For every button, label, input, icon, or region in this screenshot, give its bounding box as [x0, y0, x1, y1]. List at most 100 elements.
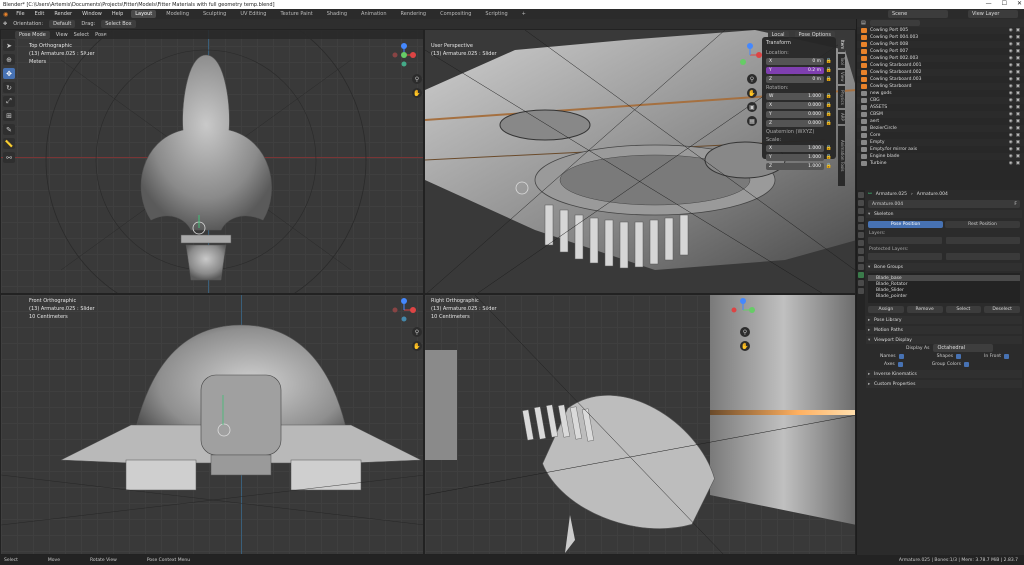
menu-file[interactable]: File: [14, 11, 26, 17]
protected-layer-grid[interactable]: [868, 253, 942, 260]
outliner-row[interactable]: Turbine ◉ ▣: [857, 160, 1024, 167]
outliner-row[interactable]: Core ◉ ▣: [857, 132, 1024, 139]
camera-icon[interactable]: ▣: [1016, 35, 1020, 40]
outliner-row[interactable]: Cowling Starboard.001 ◉ ▣: [857, 62, 1024, 69]
eye-icon[interactable]: ◉: [1009, 105, 1013, 110]
view-layer-selector[interactable]: View Layer: [968, 10, 1018, 18]
eye-icon[interactable]: ◉: [1009, 112, 1013, 117]
deselect-button[interactable]: Deselect: [984, 306, 1020, 313]
annotate-tool-icon[interactable]: ✎: [3, 124, 15, 135]
sidebar-tab-arp[interactable]: ARP: [838, 110, 845, 124]
outliner-row[interactable]: ASSETS ◉ ▣: [857, 104, 1024, 111]
camera-icon[interactable]: ▣: [1016, 98, 1020, 103]
camera-icon[interactable]: ▣: [1016, 91, 1020, 96]
remove-button[interactable]: Remove: [906, 306, 943, 313]
eye-icon[interactable]: ◉: [1009, 63, 1013, 68]
top-view-model[interactable]: [1, 30, 424, 294]
camera-icon[interactable]: ▣: [1016, 119, 1020, 124]
lock-icon[interactable]: 🔒: [824, 102, 832, 108]
measure-tool-icon[interactable]: 📏: [3, 138, 15, 149]
navigation-gizmo[interactable]: [391, 42, 417, 68]
rotate-tool-icon[interactable]: ↻: [3, 82, 15, 93]
lock-icon[interactable]: 🔒: [824, 163, 832, 169]
pan-hand-icon[interactable]: ✋: [740, 341, 750, 351]
breadcrumb-object[interactable]: Armature.025: [876, 192, 907, 197]
camera-icon[interactable]: ▣: [1016, 70, 1020, 75]
layer-grid[interactable]: [946, 237, 1020, 244]
workspace-tab-uv-editing[interactable]: UV Editing: [236, 10, 270, 18]
maximize-button[interactable]: ☐: [1002, 0, 1007, 7]
lock-icon[interactable]: 🔒: [824, 67, 832, 73]
zoom-icon[interactable]: ⚲: [412, 74, 422, 84]
blender-logo-icon[interactable]: ◉: [3, 11, 8, 18]
view-layer-tab-icon[interactable]: [858, 216, 864, 222]
camera-icon[interactable]: ▣: [1016, 77, 1020, 82]
scene-selector[interactable]: Scene: [888, 10, 948, 18]
pan-hand-icon[interactable]: ✋: [412, 341, 422, 351]
viewport-top-orthographic[interactable]: Pose Mode View Select Pose Top Orthograp…: [0, 29, 424, 294]
sidebar-tab-animation-tools[interactable]: Animation Tools: [838, 126, 845, 186]
menu-render[interactable]: Render: [52, 11, 74, 17]
viewport-display-section[interactable]: ▾ Viewport Display: [866, 336, 1022, 344]
camera-icon[interactable]: ▣: [747, 102, 757, 112]
camera-icon[interactable]: ▣: [1016, 112, 1020, 117]
close-button[interactable]: ✕: [1017, 0, 1022, 7]
camera-icon[interactable]: ▣: [1016, 133, 1020, 138]
add-workspace-button[interactable]: +: [518, 10, 530, 18]
sidebar-tab-physics[interactable]: Physics: [838, 86, 845, 108]
outliner-row[interactable]: Cowling Starboard ◉ ▣: [857, 83, 1024, 90]
rotation-y-field[interactable]: Y 0.000: [766, 110, 824, 118]
zoom-icon[interactable]: ⚲: [412, 327, 422, 337]
workspace-tab-modeling[interactable]: Modeling: [162, 10, 193, 18]
minimize-button[interactable]: —: [986, 0, 992, 7]
scale-tool-icon[interactable]: ⤢: [3, 96, 15, 107]
drag-dropdown[interactable]: Select Box: [101, 20, 136, 28]
outliner-row[interactable]: Cowling Starboard.002 ◉ ▣: [857, 69, 1024, 76]
lock-icon[interactable]: 🔒: [824, 93, 832, 99]
pose-library-section[interactable]: ▸ Pose Library: [866, 316, 1022, 324]
armature-data-tab-icon[interactable]: [858, 272, 864, 278]
outliner-row[interactable]: Cowling Port 002.003 ◉ ▣: [857, 55, 1024, 62]
outliner-row[interactable]: aert ◉ ▣: [857, 118, 1024, 125]
sidebar-tab-item[interactable]: Item: [838, 38, 845, 52]
camera-icon[interactable]: ▣: [1016, 56, 1020, 61]
navigation-gizmo[interactable]: [391, 297, 417, 323]
rotation-z-field[interactable]: Z 0.000: [766, 119, 824, 127]
menu-edit[interactable]: Edit: [33, 11, 47, 17]
outliner-row[interactable]: Cowling Starboard.003 ◉ ▣: [857, 76, 1024, 83]
camera-icon[interactable]: ▣: [1016, 140, 1020, 145]
navigation-gizmo[interactable]: [737, 42, 763, 68]
fake-user-button[interactable]: F: [1014, 202, 1017, 207]
menu-window[interactable]: Window: [80, 11, 104, 17]
outliner-filter-icon[interactable]: ▤: [861, 20, 866, 26]
workspace-tab-rendering[interactable]: Rendering: [397, 10, 431, 18]
rest-position-button[interactable]: Rest Position: [945, 221, 1020, 228]
eye-icon[interactable]: ◉: [1009, 49, 1013, 54]
outliner-row[interactable]: new gods ◉ ▣: [857, 90, 1024, 97]
eye-icon[interactable]: ◉: [1009, 42, 1013, 47]
navigation-gizmo[interactable]: [730, 297, 756, 323]
viewport-front-orthographic[interactable]: Front Orthographic (13) Armature.025 : S…: [0, 294, 424, 555]
shapes-checkbox[interactable]: [956, 353, 962, 359]
outliner-row[interactable]: Cowling Port 007 ◉ ▣: [857, 48, 1024, 55]
location-z-field[interactable]: Z0 m: [766, 75, 824, 83]
group-colors-checkbox[interactable]: [963, 361, 969, 367]
outliner-row[interactable]: Cowling Port 004.003 ◉ ▣: [857, 34, 1024, 41]
inverse-kinematics-section[interactable]: ▸ Inverse Kinematics: [866, 370, 1022, 378]
constraints-tab-icon[interactable]: [858, 264, 864, 270]
eye-icon[interactable]: ◉: [1009, 119, 1013, 124]
object-tab-icon[interactable]: [858, 240, 864, 246]
custom-properties-section[interactable]: ▸ Custom Properties: [866, 380, 1022, 388]
rotation-mode-dropdown[interactable]: Quaternion (WXYZ): [766, 129, 832, 135]
outliner-row[interactable]: CBG ◉ ▣: [857, 97, 1024, 104]
scale-z-field[interactable]: Z 1.000: [766, 162, 824, 170]
pose-tool-icon[interactable]: ⚯: [3, 152, 15, 163]
zoom-icon[interactable]: ⚲: [747, 74, 757, 84]
outliner-row[interactable]: Cowling Port 005 ◉ ▣: [857, 27, 1024, 34]
eye-icon[interactable]: ◉: [1009, 161, 1013, 166]
select-button[interactable]: Select: [945, 306, 982, 313]
tool-tab-icon[interactable]: [858, 192, 864, 198]
camera-icon[interactable]: ▣: [1016, 42, 1020, 47]
right-view-model[interactable]: [425, 295, 856, 555]
workspace-tab-sculpting[interactable]: Sculpting: [199, 10, 230, 18]
